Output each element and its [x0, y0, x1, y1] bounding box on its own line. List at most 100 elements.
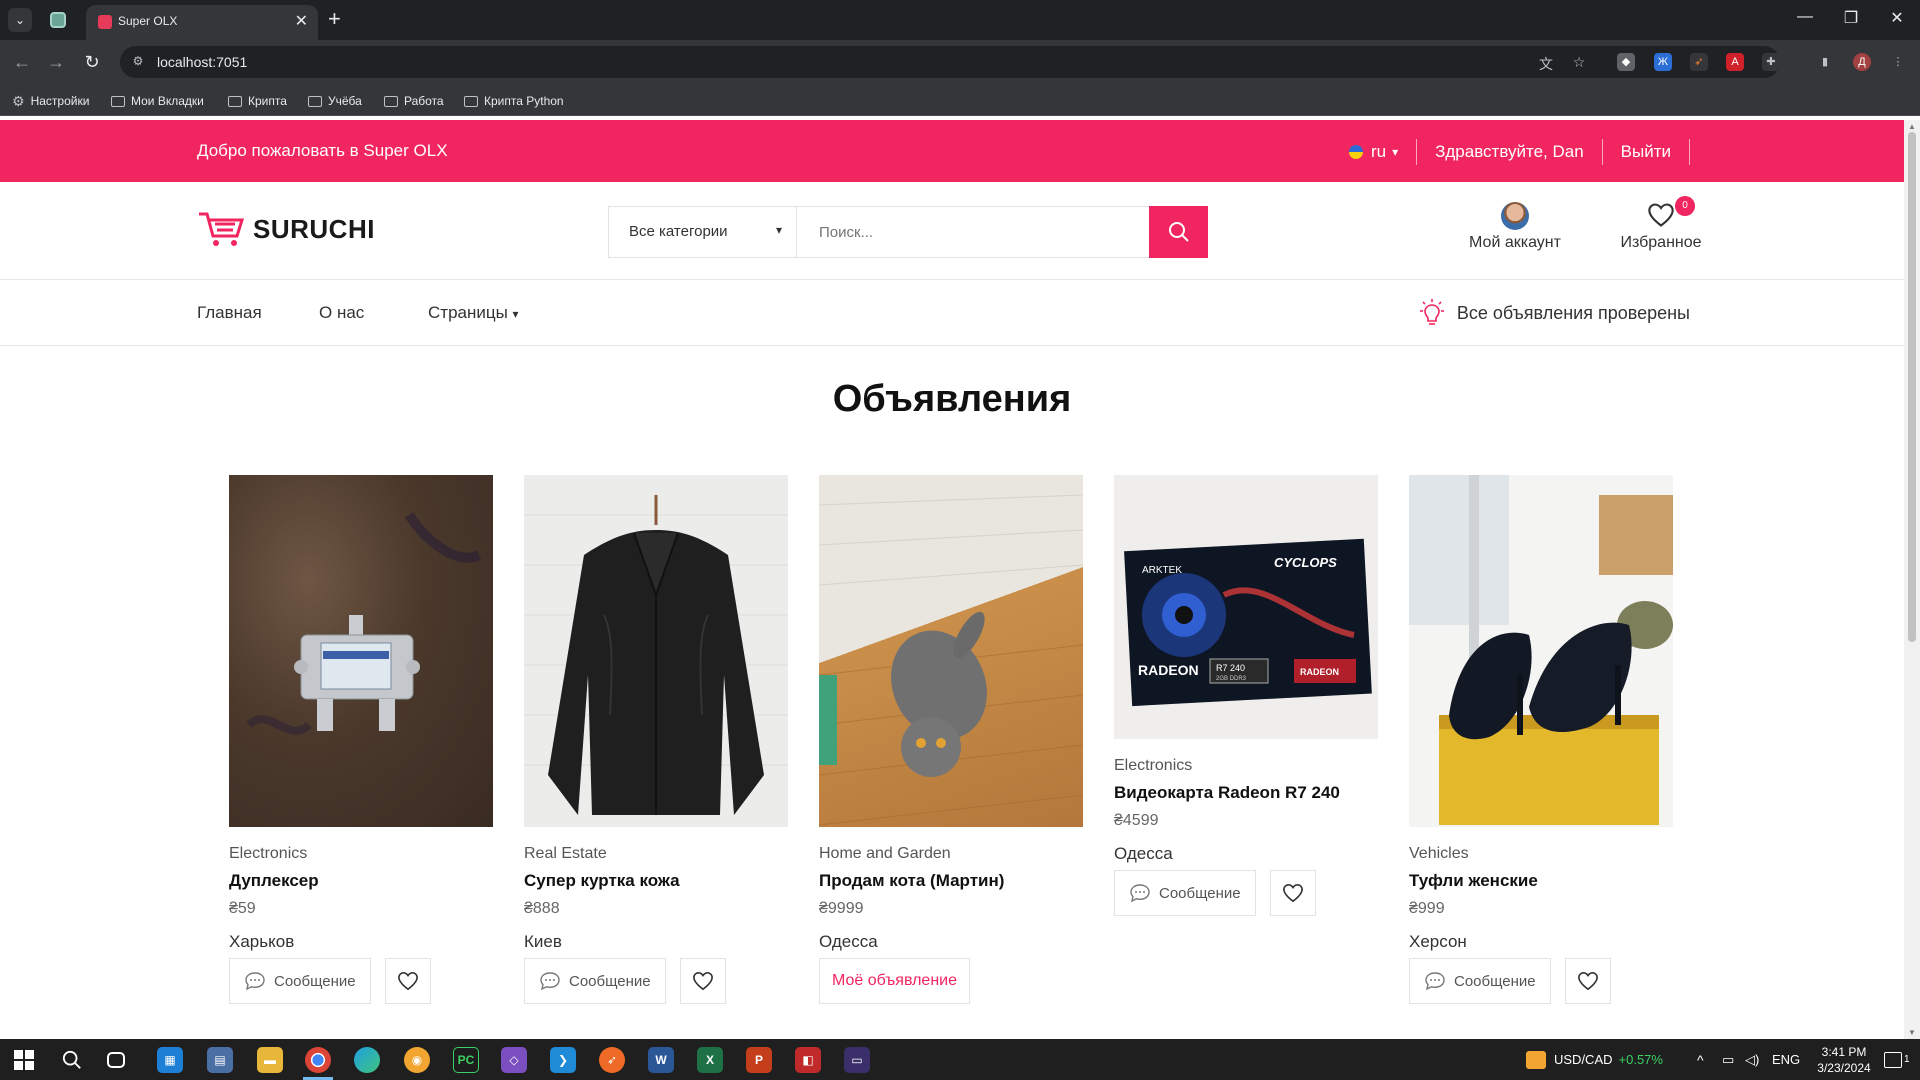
visual-studio-icon[interactable]: ◇: [501, 1047, 527, 1073]
scroll-up-icon[interactable]: ▲: [1908, 122, 1916, 131]
pdf-extension-icon[interactable]: A: [1726, 53, 1744, 71]
terminal-icon[interactable]: ▭: [844, 1047, 870, 1073]
chrome-icon[interactable]: [305, 1047, 331, 1073]
back-icon[interactable]: ←: [10, 50, 34, 74]
bookmark-folder-crypto-python[interactable]: Крипта Python: [464, 92, 564, 110]
browser-menu-icon[interactable]: ⋮: [1889, 53, 1907, 71]
clock[interactable]: 3:41 PM 3/23/2024: [1810, 1039, 1878, 1080]
pycharm-icon[interactable]: PC: [453, 1047, 479, 1073]
site-logo[interactable]: SURUCHI: [197, 210, 375, 248]
side-panel-icon[interactable]: ▮: [1816, 53, 1834, 71]
active-tab[interactable]: Super OLX ✕: [86, 5, 318, 40]
listing-title[interactable]: Видеокарта Radeon R7 240: [1114, 783, 1378, 803]
bookmark-folder-study[interactable]: Учёба: [308, 92, 362, 110]
add-to-favorites-button[interactable]: [1269, 870, 1316, 916]
tab-search-button[interactable]: ⌄: [8, 8, 32, 32]
powerpoint-icon[interactable]: P: [746, 1047, 772, 1073]
message-button[interactable]: Сообщение: [229, 958, 371, 1004]
language-indicator[interactable]: ENG: [1772, 1039, 1800, 1080]
message-button[interactable]: Сообщение: [524, 958, 666, 1004]
message-button[interactable]: Сообщение: [1114, 870, 1256, 916]
currency-widget[interactable]: USD/CAD +0.57%: [1526, 1039, 1663, 1080]
page-scrollbar[interactable]: ▲ ▼: [1904, 120, 1920, 1039]
logout-link[interactable]: Выйти: [1621, 142, 1671, 162]
chevron-down-icon[interactable]: ▾: [1392, 145, 1398, 159]
url-text[interactable]: localhost:7051: [157, 54, 247, 70]
search-icon[interactable]: [59, 1047, 85, 1073]
favorites-link[interactable]: 0 Избранное: [1606, 196, 1716, 252]
reload-icon[interactable]: ↻: [80, 50, 104, 74]
nav-home[interactable]: Главная: [197, 303, 262, 323]
word-icon[interactable]: W: [648, 1047, 674, 1073]
listing-card[interactable]: Vehicles Туфли женские ₴999 Херсон Сообщ…: [1409, 475, 1673, 1004]
close-tab-icon[interactable]: ✕: [295, 11, 308, 31]
edge-icon[interactable]: [354, 1047, 380, 1073]
bookmark-folder-work[interactable]: Работа: [384, 92, 444, 110]
site-header: SURUCHI Все категории ▾ Мой аккаунт 0 Из…: [0, 182, 1904, 280]
volume-icon[interactable]: ◁): [1745, 1039, 1759, 1080]
my-account-link[interactable]: Мой аккаунт: [1460, 202, 1570, 252]
bookmark-settings[interactable]: ⚙ Настройки: [12, 92, 89, 110]
listing-title[interactable]: Продам кота (Мартин): [819, 871, 1083, 891]
nav-pages[interactable]: Страницы ▾: [428, 303, 519, 323]
vscode-icon[interactable]: ❯: [550, 1047, 576, 1073]
translate-icon[interactable]: 文: [1537, 54, 1555, 72]
bookmark-folder-tabs[interactable]: Мои Вкладки: [111, 92, 204, 110]
listing-title[interactable]: Туфли женские: [1409, 871, 1673, 891]
bookmark-star-icon[interactable]: ☆: [1570, 54, 1588, 72]
profile-avatar-icon[interactable]: Д: [1853, 53, 1871, 71]
restore-icon[interactable]: ❐: [1831, 8, 1871, 28]
scroll-down-icon[interactable]: ▼: [1908, 1028, 1916, 1037]
listing-city: Харьков: [229, 932, 295, 951]
listing-image[interactable]: [1409, 475, 1673, 827]
listing-image[interactable]: ARKTEK CYCLOPS RADEON R7 240 2GB DDR3 RA…: [1114, 475, 1378, 739]
windows-start-icon[interactable]: [11, 1047, 37, 1073]
tray-overflow-icon[interactable]: ^: [1697, 1039, 1704, 1080]
site-info-icon[interactable]: ⚙: [130, 54, 146, 70]
language-selector[interactable]: ru: [1371, 142, 1386, 162]
category-select[interactable]: Все категории ▾: [609, 207, 797, 257]
calculator-icon[interactable]: ▤: [207, 1047, 233, 1073]
task-view-icon[interactable]: [107, 1052, 125, 1068]
notifications-button[interactable]: 1: [1884, 1039, 1910, 1080]
excel-icon[interactable]: X: [697, 1047, 723, 1073]
tor-browser-icon[interactable]: ◉: [404, 1047, 430, 1073]
file-explorer-icon[interactable]: ▬: [257, 1047, 283, 1073]
pinned-tab[interactable]: [48, 10, 68, 30]
listing-card[interactable]: Home and Garden Продам кота (Мартин) ₴99…: [819, 475, 1083, 1004]
omnibox[interactable]: ⚙ localhost:7051 文 ☆: [120, 46, 1780, 78]
shield-extension-icon[interactable]: ◆: [1617, 53, 1635, 71]
search-button[interactable]: [1149, 206, 1208, 258]
postman-icon[interactable]: ➶: [599, 1047, 625, 1073]
microsoft-store-icon[interactable]: ▦: [157, 1047, 183, 1073]
listing-image[interactable]: [524, 475, 788, 827]
close-window-icon[interactable]: ✕: [1877, 8, 1917, 28]
add-to-favorites-button[interactable]: [384, 958, 431, 1004]
swift-extension-icon[interactable]: ➶: [1690, 53, 1708, 71]
extensions-puzzle-icon[interactable]: ✚: [1762, 53, 1780, 71]
pdf-reader-icon[interactable]: ◧: [795, 1047, 821, 1073]
scrollbar-thumb[interactable]: [1908, 132, 1916, 642]
listing-card[interactable]: Real Estate Супер куртка кожа ₴888 Киев …: [524, 475, 788, 1004]
listing-title[interactable]: Дуплексер: [229, 871, 493, 891]
translate-extension-icon[interactable]: Ж: [1654, 53, 1672, 71]
new-tab-button[interactable]: +: [328, 7, 341, 31]
search-input[interactable]: [799, 207, 1149, 257]
add-to-favorites-button[interactable]: [1564, 958, 1611, 1004]
add-to-favorites-button[interactable]: [679, 958, 726, 1004]
my-listing-button[interactable]: Моё объявление: [819, 958, 970, 1004]
forward-icon[interactable]: →: [44, 50, 68, 74]
listing-card[interactable]: ARKTEK CYCLOPS RADEON R7 240 2GB DDR3 RA…: [1114, 475, 1378, 916]
listing-image[interactable]: [229, 475, 493, 827]
chevron-down-icon: ▾: [512, 307, 519, 321]
nav-about[interactable]: О нас: [319, 303, 364, 323]
tab-title: Super OLX: [118, 14, 178, 28]
listing-title[interactable]: Супер куртка кожа: [524, 871, 788, 891]
greeting-link[interactable]: Здравствуйте, Dan: [1435, 142, 1584, 162]
listing-card[interactable]: Electronics Дуплексер ₴59 Харьков Сообще…: [229, 475, 493, 1004]
message-button[interactable]: Сообщение: [1409, 958, 1551, 1004]
bookmark-folder-crypto[interactable]: Крипта: [228, 92, 287, 110]
network-icon[interactable]: ▭: [1722, 1039, 1734, 1080]
minimize-icon[interactable]: —: [1785, 8, 1825, 26]
listing-image[interactable]: [819, 475, 1083, 827]
